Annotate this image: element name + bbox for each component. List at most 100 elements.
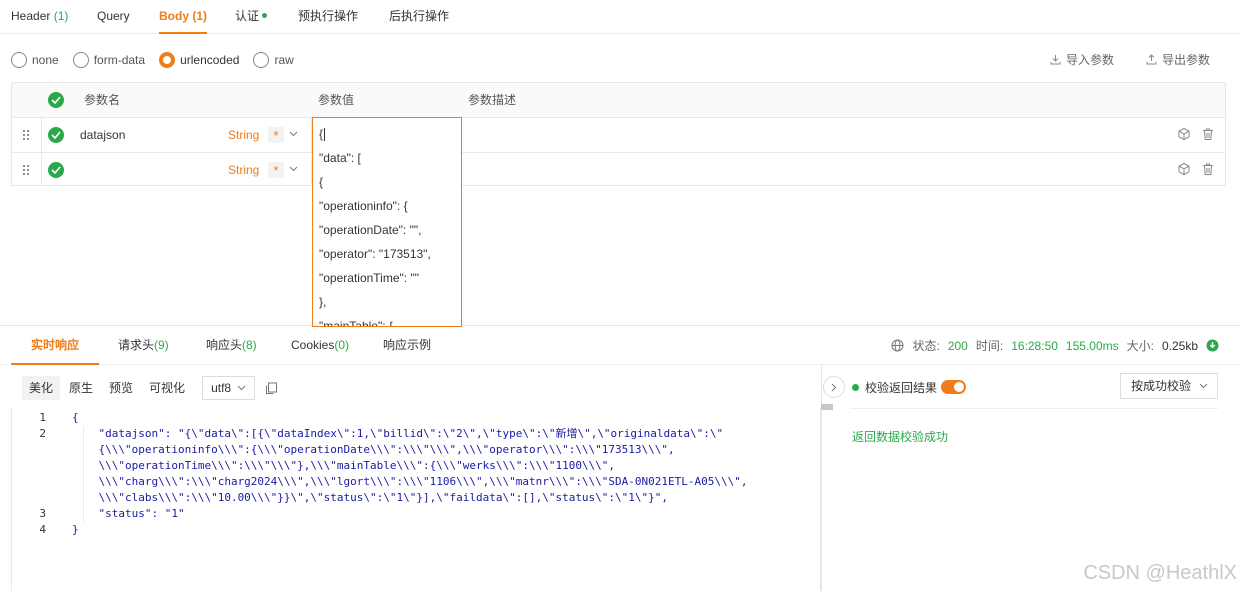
header-param-desc: 参数描述 bbox=[468, 93, 517, 107]
encoding-select[interactable]: utf8 bbox=[202, 376, 256, 400]
tab-request-headers[interactable]: 请求头(9) bbox=[118, 326, 169, 365]
param-name[interactable]: datajson bbox=[80, 118, 125, 152]
required-marker[interactable]: * bbox=[268, 127, 284, 143]
editor-line: "data": [ bbox=[319, 151, 361, 165]
size-label: 大小: bbox=[1126, 339, 1154, 353]
radio-form-data[interactable]: form-data bbox=[72, 52, 146, 68]
code-line: "datajson": "{\"data\":[{\"dataIndex\":1… bbox=[72, 427, 724, 440]
select-all-checkbox[interactable] bbox=[48, 92, 64, 108]
tab-response-headers[interactable]: 响应头(8) bbox=[206, 326, 257, 365]
body-type-group: none form-data urlencoded raw bbox=[11, 50, 308, 70]
tab-label: 预执行操作 bbox=[298, 9, 359, 23]
tab-header[interactable]: Header (1) bbox=[11, 0, 68, 34]
radio-circle bbox=[11, 52, 27, 68]
tab-query[interactable]: Query bbox=[97, 0, 130, 34]
tab-count: (9) bbox=[154, 338, 169, 352]
cube-icon[interactable] bbox=[1177, 162, 1193, 178]
params-table: 参数名 参数值 参数描述 datajson String * String * bbox=[11, 82, 1226, 186]
tab-live-response[interactable]: 实时响应 bbox=[11, 326, 99, 365]
import-icon bbox=[1050, 55, 1061, 65]
tab-auth[interactable]: 认证 bbox=[235, 0, 268, 34]
param-value-editor[interactable]: { "data": [ { "operationinfo": { "operat… bbox=[312, 117, 462, 327]
row-enable-checkbox[interactable] bbox=[48, 127, 64, 143]
param-type[interactable]: String bbox=[228, 153, 259, 187]
status-code: 200 bbox=[947, 338, 968, 353]
param-type[interactable]: String bbox=[228, 118, 259, 152]
code-line: } bbox=[72, 523, 79, 536]
check-icon bbox=[51, 131, 61, 139]
tab-cookies[interactable]: Cookies(0) bbox=[291, 326, 349, 365]
import-params-button[interactable]: 导入参数 bbox=[1050, 51, 1114, 68]
status-label: 状态: bbox=[912, 339, 940, 353]
radio-none[interactable]: none bbox=[11, 52, 59, 68]
editor-line: "mainTable": { bbox=[319, 319, 393, 327]
header-param-value: 参数值 bbox=[318, 93, 355, 107]
tab-label: 响应示例 bbox=[383, 338, 432, 352]
editor-line: "operationTime": "" bbox=[319, 271, 419, 285]
scrollbar-thumb[interactable] bbox=[821, 404, 833, 410]
tab-response-examples[interactable]: 响应示例 bbox=[383, 326, 431, 365]
validation-mode-select[interactable]: 按成功校验 bbox=[1120, 373, 1218, 399]
duration-value: 155.00ms bbox=[1065, 338, 1119, 353]
drag-handle-icon[interactable] bbox=[22, 164, 30, 176]
line-number: 1 bbox=[39, 411, 46, 424]
view-pretty-button[interactable]: 美化 bbox=[22, 376, 61, 400]
chevron-down-icon[interactable] bbox=[289, 166, 298, 172]
radio-circle bbox=[159, 52, 176, 68]
tab-count: (8) bbox=[242, 338, 257, 352]
radio-circle bbox=[253, 52, 270, 68]
time-value: 16:28:50 bbox=[1011, 338, 1058, 353]
line-number: 3 bbox=[39, 507, 46, 520]
tab-label: Body bbox=[159, 9, 189, 23]
check-icon bbox=[51, 96, 61, 104]
view-preview-button[interactable]: 预览 bbox=[102, 376, 140, 400]
code-line: \\\"clabs\\\":\\\"10.00\\\"}}\",\"status… bbox=[72, 491, 669, 504]
radio-urlencoded[interactable]: urlencoded bbox=[159, 52, 239, 68]
editor-line: { bbox=[319, 175, 324, 189]
tab-label: 实时响应 bbox=[30, 338, 79, 352]
required-marker[interactable]: * bbox=[268, 162, 284, 178]
tab-label: 响应头 bbox=[206, 338, 243, 352]
editor-line: "operator": "173513", bbox=[319, 247, 431, 261]
response-view-toolbar: 美化 原生 预览 可视化 utf8 bbox=[22, 376, 278, 400]
globe-icon[interactable] bbox=[891, 339, 904, 352]
trash-icon[interactable] bbox=[1201, 127, 1217, 143]
radio-raw[interactable]: raw bbox=[253, 52, 294, 68]
tab-label: 后执行操作 bbox=[389, 9, 450, 23]
response-code-viewer[interactable]: 1 { 2 "datajson": "{\"data\":[{\"dataInd… bbox=[11, 408, 821, 591]
chevron-down-icon bbox=[237, 385, 246, 391]
editor-line: "operationinfo": { bbox=[319, 199, 408, 213]
code-line: { bbox=[72, 411, 79, 424]
row-enable-checkbox[interactable] bbox=[48, 162, 64, 178]
drag-handle-icon[interactable] bbox=[22, 129, 30, 141]
export-params-button[interactable]: 导出参数 bbox=[1146, 51, 1210, 68]
code-line: \\\"operationTime\\\":\\\"\\\"},\\\"main… bbox=[72, 459, 616, 472]
collapse-panel-button[interactable] bbox=[823, 376, 845, 398]
tab-body[interactable]: Body (1) bbox=[159, 0, 208, 34]
pane-splitter[interactable] bbox=[821, 365, 822, 591]
radio-label: form-data bbox=[93, 53, 146, 67]
validation-toggle[interactable] bbox=[941, 380, 966, 394]
view-raw-button[interactable]: 原生 bbox=[62, 376, 100, 400]
watermark: CSDN @HeathlX bbox=[1083, 562, 1237, 584]
trash-icon[interactable] bbox=[1201, 162, 1217, 178]
tab-label: Query bbox=[97, 9, 130, 23]
validation-mode-value: 按成功校验 bbox=[1131, 379, 1192, 393]
radio-label: urlencoded bbox=[180, 53, 240, 67]
tab-post-request[interactable]: 后执行操作 bbox=[389, 0, 449, 34]
header-param-name: 参数名 bbox=[84, 93, 121, 107]
copy-icon[interactable] bbox=[265, 382, 278, 395]
import-label: 导入参数 bbox=[1066, 53, 1115, 67]
chevron-down-icon[interactable] bbox=[289, 131, 298, 137]
download-icon[interactable] bbox=[1206, 339, 1219, 352]
editor-line: { bbox=[313, 118, 461, 146]
tab-label: 请求头 bbox=[118, 338, 155, 352]
cube-icon[interactable] bbox=[1177, 127, 1193, 143]
code-line: {\\\"operationinfo\\\":{\\\"operationDat… bbox=[72, 443, 675, 456]
chevron-down-icon bbox=[1199, 383, 1208, 389]
code-line: "status": "1" bbox=[72, 507, 185, 520]
code-line: \\\"charg\\\":\\\"charg2024\\\",\\\"lgor… bbox=[72, 475, 748, 488]
view-visualize-button[interactable]: 可视化 bbox=[142, 376, 192, 400]
tab-label: 认证 bbox=[235, 9, 260, 23]
tab-pre-request[interactable]: 预执行操作 bbox=[298, 0, 358, 34]
